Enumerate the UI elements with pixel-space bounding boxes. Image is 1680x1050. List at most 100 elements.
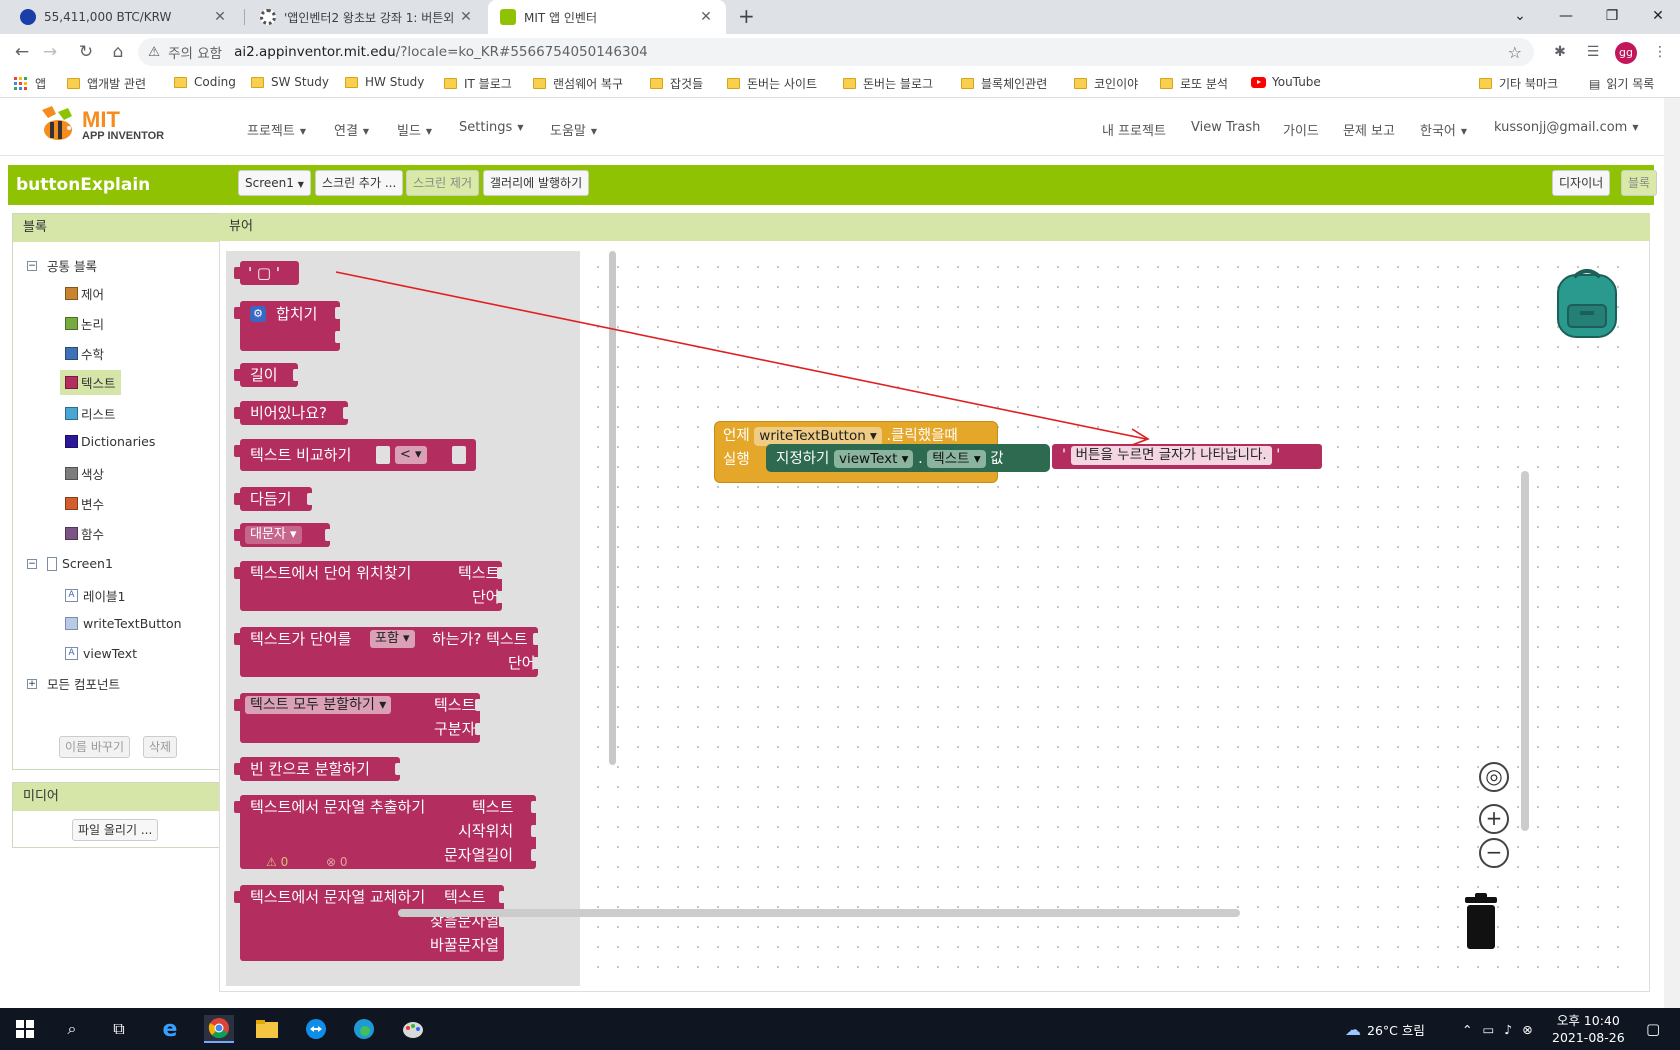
trash-can-icon[interactable] [1461,893,1501,951]
bookmark-folder[interactable]: 돈버는 블로그 [843,75,933,92]
bookmark-folder[interactable]: 잡것들 [650,75,703,92]
tree-any-component[interactable]: + 모든 컴포넌트 [27,674,120,693]
blocks-button[interactable]: 블록 [1621,170,1658,196]
reload-icon[interactable]: ↻ [74,40,98,64]
add-screen-button[interactable]: 스크린 추가 ... [315,170,404,196]
extensions-puzzle-icon[interactable]: ✱ [1550,42,1570,62]
new-tab-button[interactable]: + [738,4,755,28]
drawer-text[interactable]: 텍스트 [60,370,121,395]
menu-my-projects[interactable]: 내 프로젝트 [1102,120,1166,139]
restore-button[interactable]: ❐ [1589,4,1635,28]
remove-screen-button[interactable]: 스크린 제거 [406,170,480,196]
tab-search-icon[interactable]: ⌄ [1497,4,1543,28]
menu-report-issue[interactable]: 문제 보고 [1343,120,1395,139]
drawer-procedures[interactable]: 함수 [65,524,104,543]
close-window-button[interactable]: ✕ [1635,4,1680,28]
delete-button[interactable]: 삭제 [143,736,178,758]
menu-project[interactable]: 프로젝트 ▼ [247,120,306,139]
internet-explorer-icon[interactable]: e [155,1015,185,1043]
component-viewtext[interactable]: AviewText [65,646,137,661]
bookmark-folder[interactable]: IT 블로그 [444,75,512,92]
task-view-icon[interactable]: ⧉ [104,1015,134,1043]
profile-avatar[interactable]: gg [1615,42,1637,64]
menu-guide[interactable]: 가이드 [1283,120,1319,139]
tab-close-icon[interactable]: ✕ [212,9,228,25]
bookmark-folder[interactable]: 앱개발 관련 [67,75,146,92]
publish-gallery-button[interactable]: 갤러리에 발행하기 [483,170,590,196]
bookmark-star-icon[interactable]: ☆ [1508,43,1522,62]
bookmark-apps[interactable]: 앱 [14,75,46,92]
recenter-icon[interactable]: ◎ [1479,762,1509,792]
chevron-up-icon[interactable]: ⌃ [1462,1022,1472,1037]
network-icon[interactable]: ▭ [1482,1022,1494,1037]
workspace-horizontal-scrollbar[interactable] [398,909,1240,917]
menu-view-trash[interactable]: View Trash [1191,120,1260,135]
mit-app-inventor-logo[interactable]: MIT APP INVENTOR [36,106,164,144]
workspace-vertical-scrollbar[interactable] [1521,471,1529,831]
collapse-icon[interactable]: − [27,260,37,271]
menu-language[interactable]: 한국어 ▼ [1420,120,1467,139]
zoom-out-icon[interactable]: − [1479,838,1509,868]
volume-icon[interactable]: ♪ [1504,1022,1512,1037]
drawer-logic[interactable]: 논리 [65,314,104,333]
windows-start-icon[interactable] [10,1015,40,1043]
tab-close-icon[interactable]: ✕ [698,9,714,25]
designer-button[interactable]: 디자이너 [1552,170,1611,196]
bookmark-folder[interactable]: 블록체인관련 [961,75,1047,92]
bookmark-folder[interactable]: 로또 분석 [1160,75,1228,92]
paint-app-icon[interactable] [398,1015,428,1043]
bookmark-folder[interactable]: SW Study [251,75,329,89]
weather-widget[interactable]: ☁ 26°C 흐림 [1345,1008,1425,1050]
browser-tab-blog[interactable]: '앱인벤터2 왕초보 강좌 1: 버튼외 ✕ [248,0,486,34]
collapse-icon[interactable]: − [27,558,37,569]
component-label1[interactable]: A 레이블1 [65,586,125,605]
drawer-colors[interactable]: 색상 [65,464,104,483]
screen-select[interactable]: Screen1 ▼ [238,170,311,196]
bookmark-folder[interactable]: 랜섬웨어 복구 [533,75,623,92]
reading-list-icon[interactable]: ☰ [1583,42,1603,62]
browser-tab-appinventor[interactable]: MIT 앱 인벤터 ✕ [488,0,726,34]
bookmark-folder[interactable]: Coding [174,75,236,89]
search-icon[interactable]: ⌕ [57,1015,87,1043]
drawer-lists[interactable]: 리스트 [65,404,116,423]
bookmark-youtube[interactable]: YouTube [1251,75,1321,89]
reading-list[interactable]: ▤ 읽기 목록 [1589,75,1654,92]
clock[interactable]: 오후 10:40 2021-08-26 [1552,1008,1625,1050]
teamviewer-icon[interactable] [301,1015,331,1043]
page-scrollbar[interactable] [1664,98,1680,1008]
zoom-in-icon[interactable]: + [1479,804,1509,834]
forward-arrow-icon[interactable]: → [38,40,62,64]
tree-builtin[interactable]: − 공통 블록 [27,256,97,275]
minimize-button[interactable]: — [1543,4,1589,28]
security-label[interactable]: 주의 요함 [168,42,222,62]
bookmark-folder[interactable]: 코인이야 [1074,75,1138,92]
menu-settings[interactable]: Settings ▼ [459,120,523,135]
drawer-variables[interactable]: 변수 [65,494,104,513]
notification-badge-icon[interactable]: ⊗ [1522,1022,1532,1037]
tab-close-icon[interactable]: ✕ [458,9,474,25]
expand-icon[interactable]: + [27,678,37,689]
action-center-icon[interactable]: ▢ [1646,1008,1660,1050]
browser-tab-btc[interactable]: 55,411,000 BTC/KRW ✕ [8,0,240,34]
backpack-icon[interactable] [1552,267,1622,341]
bookmark-folder[interactable]: HW Study [345,75,424,89]
rename-button[interactable]: 이름 바꾸기 [59,736,131,758]
menu-build[interactable]: 빌드 ▼ [397,120,432,139]
chrome-icon[interactable] [204,1015,234,1043]
bookmark-folder[interactable]: 돈버는 사이트 [727,75,817,92]
tree-screen1[interactable]: − Screen1 [27,556,113,571]
bookmark-other[interactable]: 기타 북마크 [1479,75,1558,92]
drawer-math[interactable]: 수학 [65,344,104,363]
file-explorer-icon[interactable] [252,1015,282,1043]
edge-icon[interactable] [349,1015,379,1043]
address-bar[interactable]: ⚠ 주의 요함 ai2.appinventor.mit.edu /?locale… [138,38,1534,66]
upload-file-button[interactable]: 파일 올리기 ... [72,819,159,841]
chrome-menu-icon[interactable]: ⋮ [1650,42,1670,62]
back-arrow-icon[interactable]: ← [10,40,34,64]
blocks-workspace[interactable]: ' ▢ ' ⚙ 합치기 길이 비어있나요? 텍스트 비교하기 < ▾ 다듬기 대… [219,241,1650,992]
home-icon[interactable]: ⌂ [106,40,130,64]
menu-account[interactable]: kussonjj@gmail.com ▼ [1494,120,1639,135]
drawer-dictionaries[interactable]: Dictionaries [65,434,155,449]
component-writetextbutton[interactable]: writeTextButton [65,616,182,631]
menu-help[interactable]: 도움말 ▼ [550,120,597,139]
